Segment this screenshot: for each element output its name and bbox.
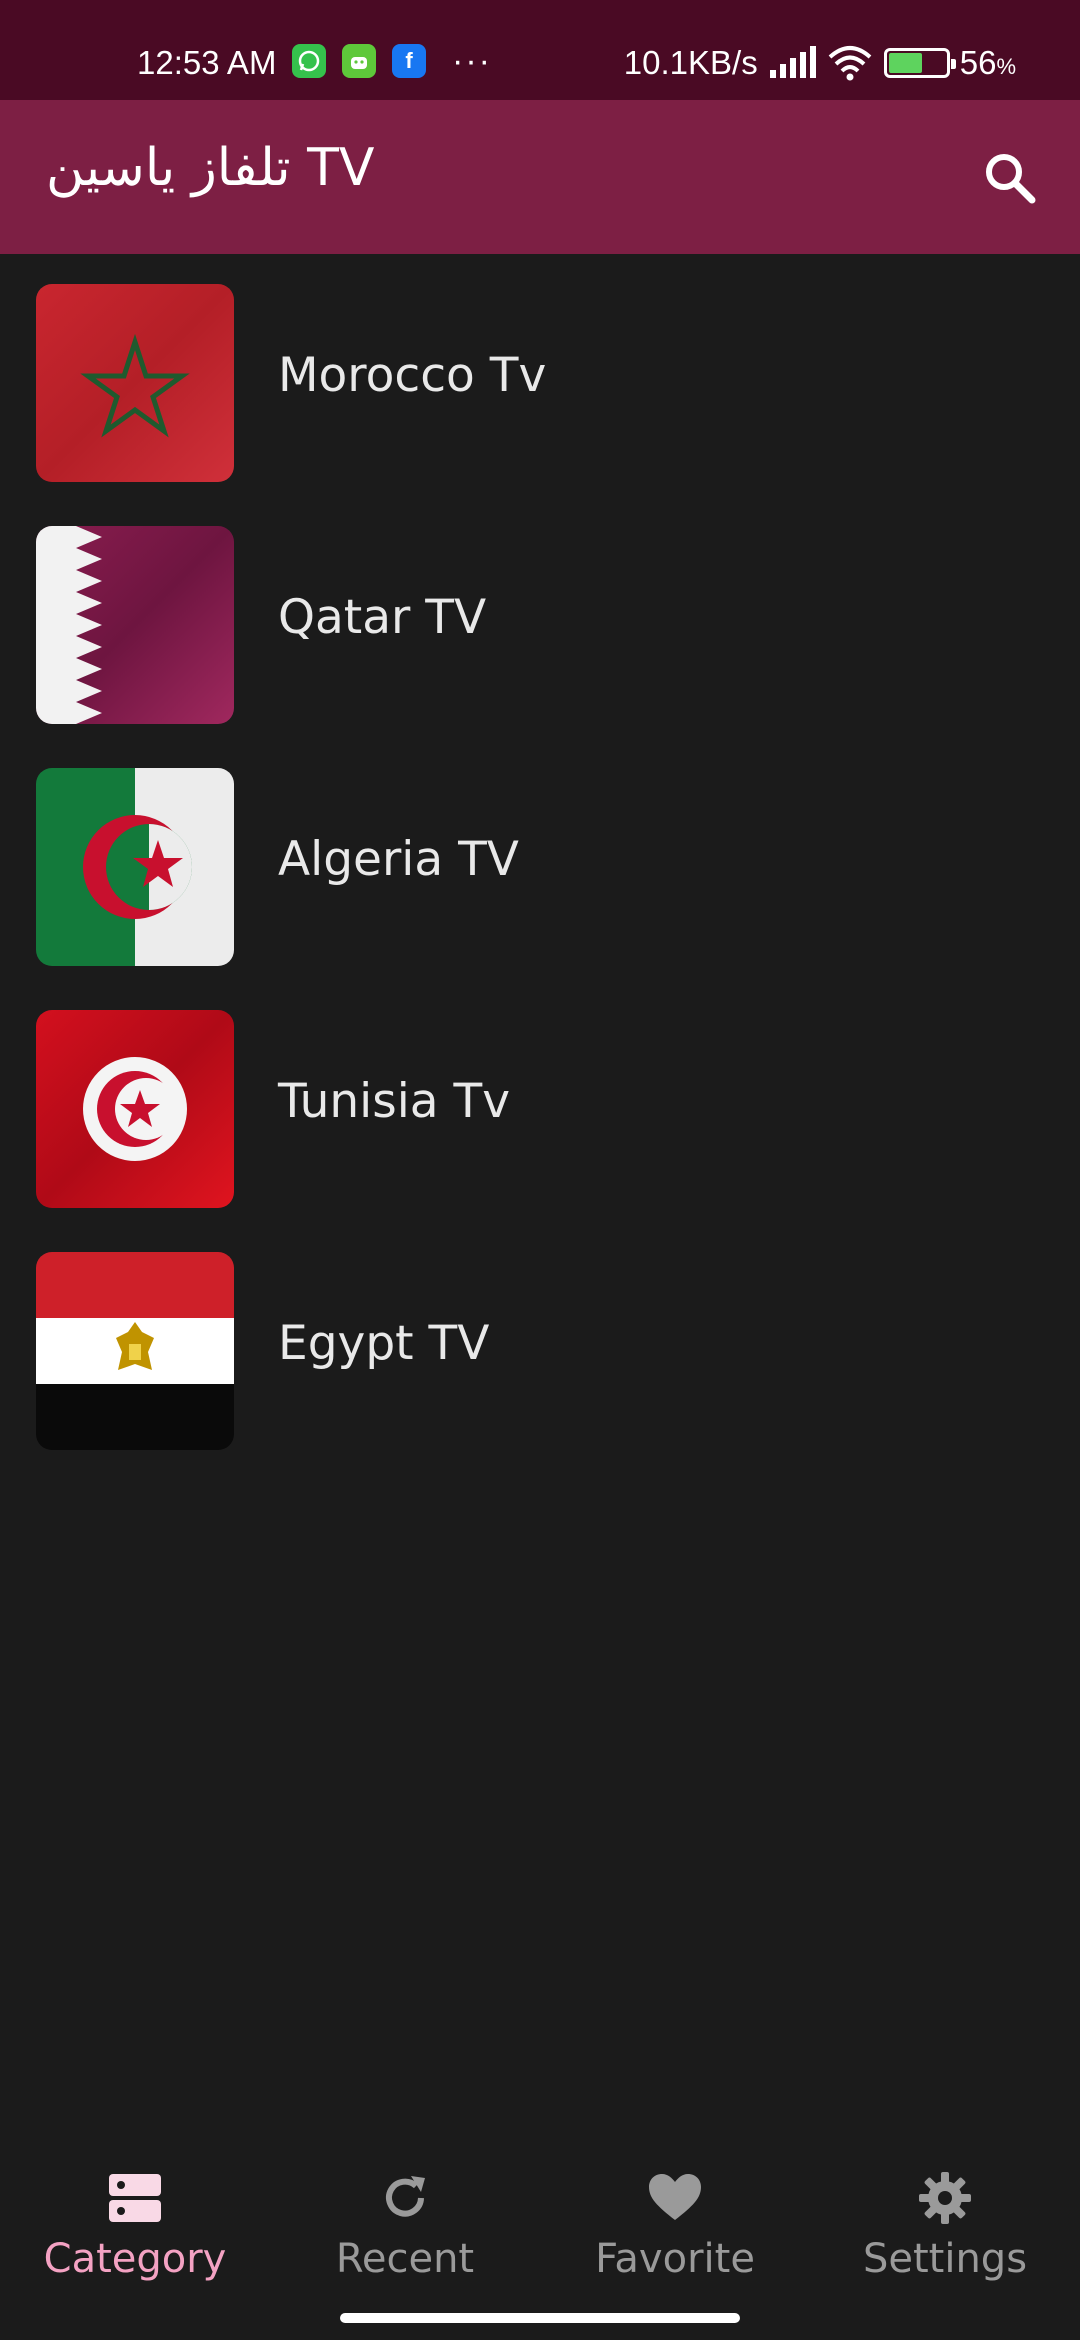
app-bar: تلفاز ياسين TV bbox=[0, 100, 1080, 254]
status-bar: 12:53 AM f ··· 10.1KB/s 56% bbox=[0, 0, 1080, 100]
status-time: 12:53 AM bbox=[137, 44, 277, 81]
whatsapp-icon bbox=[292, 44, 326, 78]
home-indicator[interactable] bbox=[340, 2313, 740, 2323]
list-item-label: Morocco Tv bbox=[278, 347, 547, 403]
facebook-icon: f bbox=[392, 44, 426, 78]
qatar-flag-icon bbox=[36, 526, 234, 724]
nav-recent[interactable]: Recent bbox=[270, 2170, 540, 2310]
tunisia-flag-icon bbox=[36, 1010, 234, 1208]
morocco-flag-icon bbox=[36, 284, 234, 482]
signal-icon bbox=[769, 46, 816, 78]
category-icon bbox=[109, 2174, 161, 2222]
bottom-nav: Category Recent Favorite Settings bbox=[0, 2150, 1080, 2340]
wifi-icon bbox=[828, 46, 872, 81]
nav-label: Recent bbox=[335, 2236, 475, 2282]
heart-icon bbox=[649, 2174, 701, 2220]
list-item-qatar[interactable]: Qatar TV bbox=[0, 496, 1080, 738]
category-list: Morocco Tv Qatar TV Algeria TV Tunisia T… bbox=[0, 254, 1080, 1464]
nav-favorite[interactable]: Favorite bbox=[540, 2170, 810, 2310]
list-item-algeria[interactable]: Algeria TV bbox=[0, 738, 1080, 980]
notification-icons: f ··· bbox=[292, 44, 492, 78]
network-speed: 10.1KB/s bbox=[623, 44, 758, 81]
gear-icon bbox=[919, 2172, 971, 2224]
battery-icon bbox=[883, 48, 956, 78]
nav-label: Favorite bbox=[595, 2236, 755, 2282]
list-item-label: Tunisia Tv bbox=[278, 1073, 511, 1129]
search-icon[interactable] bbox=[980, 148, 1040, 208]
refresh-icon bbox=[386, 2176, 425, 2217]
status-right: 10.1KB/s 56% bbox=[624, 44, 1016, 82]
android-icon bbox=[342, 44, 376, 78]
list-item-morocco[interactable]: Morocco Tv bbox=[0, 254, 1080, 496]
nav-settings[interactable]: Settings bbox=[810, 2170, 1080, 2310]
app-title: تلفاز ياسين TV bbox=[46, 138, 375, 198]
nav-category[interactable]: Category bbox=[0, 2170, 270, 2310]
algeria-flag-icon bbox=[36, 768, 234, 966]
list-item-tunisia[interactable]: Tunisia Tv bbox=[0, 980, 1080, 1222]
list-item-label: Egypt TV bbox=[278, 1315, 490, 1371]
list-item-egypt[interactable]: Egypt TV bbox=[0, 1222, 1080, 1464]
nav-label: Settings bbox=[862, 2236, 1028, 2282]
list-item-label: Qatar TV bbox=[278, 589, 487, 645]
more-notifications: ··· bbox=[452, 42, 492, 80]
battery-level: 56% bbox=[959, 44, 1016, 81]
nav-label: Category bbox=[43, 2236, 227, 2282]
egypt-flag-icon bbox=[36, 1252, 234, 1450]
list-item-label: Algeria TV bbox=[278, 831, 519, 887]
